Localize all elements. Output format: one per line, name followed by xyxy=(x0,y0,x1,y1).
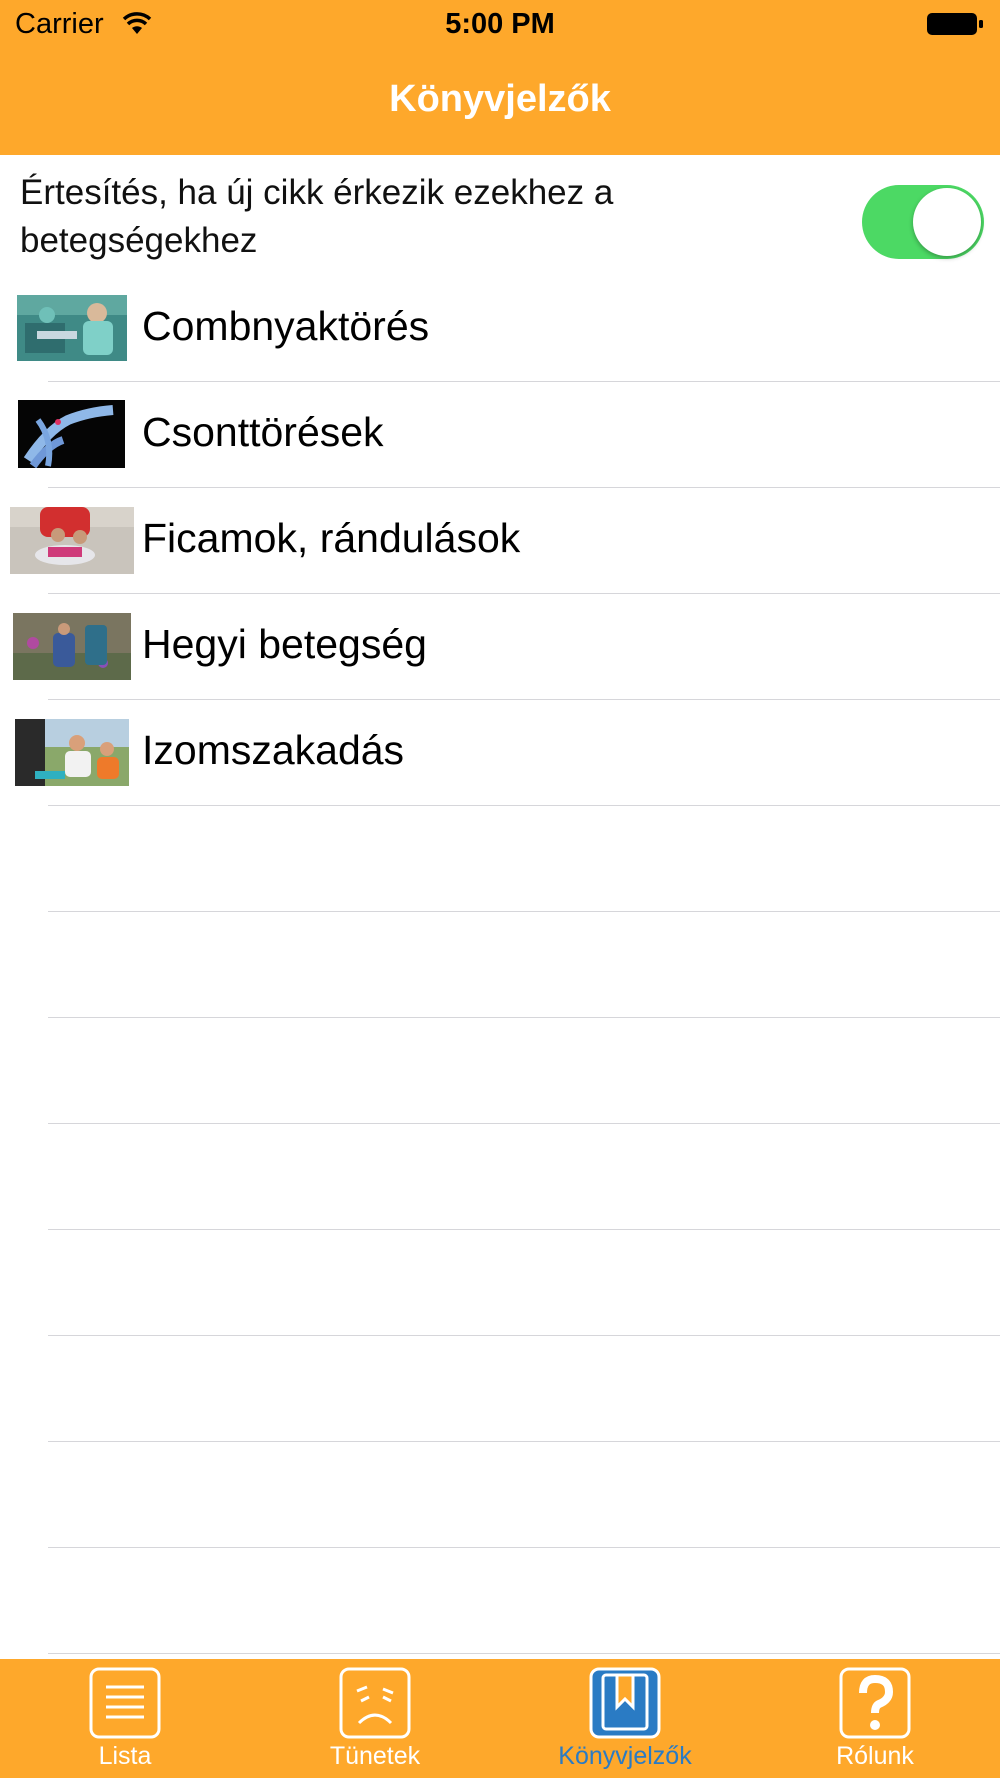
hiker-thumbnail xyxy=(13,613,131,680)
tab-label: Tünetek xyxy=(329,1742,421,1770)
status-time: 5:00 PM xyxy=(445,8,555,40)
tab-tunetek[interactable]: Tünetek xyxy=(250,1659,500,1778)
row-divider xyxy=(48,1335,1000,1336)
runner-thumbnail xyxy=(15,719,129,786)
bookmark-row-csonttoresek[interactable]: Csonttörések xyxy=(0,381,1000,487)
notification-label: Értesítés, ha új cikk érkezik ezekhez a … xyxy=(20,173,614,260)
bookmark-row-ficamok[interactable]: Ficamok, rándulások xyxy=(0,487,1000,593)
question-icon xyxy=(839,1667,911,1739)
list-icon xyxy=(89,1667,161,1739)
bookmark-row-hegyi[interactable]: Hegyi betegség xyxy=(0,593,1000,699)
status-bar: Carrier 5:00 PM xyxy=(0,0,1000,50)
row-divider xyxy=(48,1229,1000,1230)
row-divider xyxy=(48,1547,1000,1548)
navigation-bar: Carrier 5:00 PM Könyvjelzők xyxy=(0,0,1000,155)
bookmark-title: Izomszakadás xyxy=(142,727,405,773)
sad-face-icon xyxy=(339,1667,411,1739)
row-divider xyxy=(48,911,1000,912)
row-divider xyxy=(48,1123,1000,1124)
tab-rolunk[interactable]: Rólunk xyxy=(750,1659,1000,1778)
tab-bar: Lista Tünetek Könyvjelzők Rólunk xyxy=(0,1659,1000,1778)
tab-lista[interactable]: Lista xyxy=(0,1659,250,1778)
tab-label: Könyvjelzők xyxy=(558,1742,692,1770)
tab-konyvjelzok[interactable]: Könyvjelzők xyxy=(500,1659,750,1778)
bookmark-title: Ficamok, rándulások xyxy=(142,515,521,561)
toggle-knob xyxy=(913,188,981,256)
row-divider xyxy=(48,1441,1000,1442)
bookmark-row-izomszakadas[interactable]: Izomszakadás xyxy=(0,699,1000,805)
row-divider xyxy=(48,805,1000,806)
row-divider xyxy=(48,1017,1000,1018)
notification-setting: Értesítés, ha új cikk érkezik ezekhez a … xyxy=(0,155,1000,280)
bookmark-title: Combnyaktörés xyxy=(142,303,430,349)
surgery-thumbnail xyxy=(17,295,127,361)
bookmark-icon xyxy=(589,1667,661,1739)
notification-toggle[interactable] xyxy=(862,185,984,259)
bookmark-row-combnyaktores[interactable]: Combnyaktörés xyxy=(0,275,1000,381)
page-title: Könyvjelzők xyxy=(389,78,611,120)
battery-icon xyxy=(927,13,983,35)
xray-thumbnail xyxy=(18,400,125,468)
ankle-thumbnail xyxy=(10,507,134,574)
tab-label: Lista xyxy=(98,1742,152,1770)
tab-label: Rólunk xyxy=(836,1742,914,1770)
bookmark-title: Hegyi betegség xyxy=(142,621,427,667)
row-divider xyxy=(48,1653,1000,1654)
bookmark-title: Csonttörések xyxy=(142,409,384,455)
